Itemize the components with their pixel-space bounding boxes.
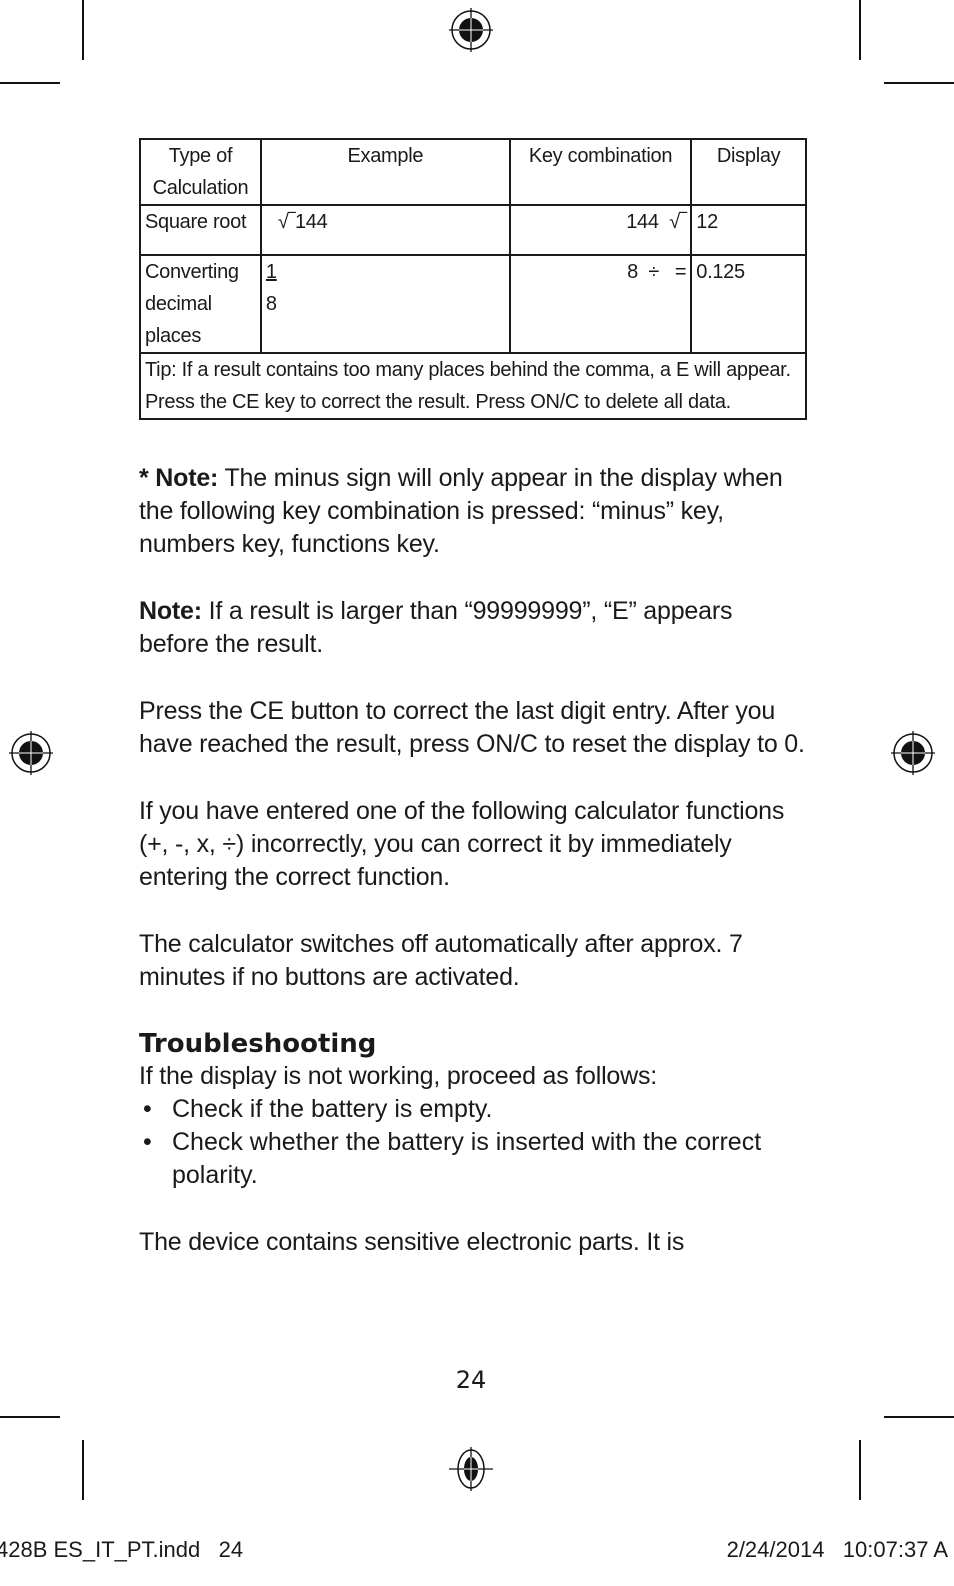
slug-file: 428B ES_IT_PT.indd 24: [0, 1537, 244, 1562]
registration-mark-icon: [891, 731, 935, 775]
fraction-denominator: 8: [265, 293, 277, 315]
table-row: Square root √‾144 144 √‾ 12: [139, 204, 807, 256]
cell-example: 1 8: [259, 254, 511, 354]
page-content: Type of Calculation Example Key combinat…: [139, 138, 807, 1259]
cell-type: Converting decimal places: [139, 254, 262, 354]
table-tip-row: Tip: If a result contains too many place…: [139, 352, 807, 420]
list-item: Check if the battery is empty.: [139, 1093, 807, 1126]
table-row: Converting decimal places 1 8 8 ÷ = 0.12…: [139, 254, 807, 354]
registration-mark-icon: [449, 8, 493, 52]
list-item: Check whether the battery is inserted wi…: [139, 1126, 807, 1192]
header-example: Example: [259, 138, 511, 206]
note-minus-sign: * Note: The minus sign will only appear …: [139, 462, 807, 561]
crop-mark: [82, 0, 84, 60]
table-header-row: Type of Calculation Example Key combinat…: [139, 138, 807, 206]
crop-mark: [859, 0, 861, 60]
slug-datetime: 2/24/2014 10:07:37 A: [726, 1537, 948, 1562]
cell-example: √‾144: [259, 204, 511, 256]
paragraph-closing: The device contains sensitive electronic…: [139, 1228, 685, 1256]
crop-mark: [0, 82, 60, 84]
page-number: 24: [455, 1366, 487, 1394]
troubleshooting-heading: Troubleshooting: [139, 1029, 377, 1059]
paragraph-auto-off: The calculator switches off automaticall…: [139, 930, 743, 991]
note-overflow: Note: If a result is larger than “999999…: [139, 595, 807, 661]
crop-mark: [884, 82, 954, 84]
fraction-numerator: 1: [265, 261, 277, 283]
cell-display: 0.125: [690, 254, 807, 354]
cell-type: Square root: [139, 204, 262, 256]
registration-mark-icon: [9, 731, 53, 775]
calculation-table: Type of Calculation Example Key combinat…: [139, 138, 807, 420]
header-display: Display: [690, 138, 807, 206]
crop-mark: [82, 1440, 84, 1500]
note-text: If a result is larger than “99999999”, “…: [139, 597, 733, 658]
cell-key-combination: 8 ÷ =: [508, 254, 693, 354]
troubleshooting-list: Check if the battery is empty. Check whe…: [139, 1093, 807, 1192]
crop-mark: [0, 1416, 60, 1418]
cell-display: 12: [690, 204, 807, 256]
troubleshooting-intro: If the display is not working, proceed a…: [139, 1062, 658, 1090]
registration-mark-icon: [449, 1447, 493, 1491]
note-label: Note:: [139, 597, 202, 625]
paragraph-ce: Press the CE button to correct the last …: [139, 697, 805, 758]
crop-mark: [884, 1416, 954, 1418]
header-key-combination: Key combination: [508, 138, 693, 206]
cell-key-combination: 144 √‾: [508, 204, 693, 256]
tip-text: Tip: If a result contains too many place…: [139, 352, 807, 420]
crop-mark: [859, 1440, 861, 1500]
note-label: * Note:: [139, 464, 219, 492]
header-type: Type of Calculation: [139, 138, 262, 206]
paragraph-functions: If you have entered one of the following…: [139, 797, 785, 891]
note-text: The minus sign will only appear in the d…: [139, 464, 783, 558]
